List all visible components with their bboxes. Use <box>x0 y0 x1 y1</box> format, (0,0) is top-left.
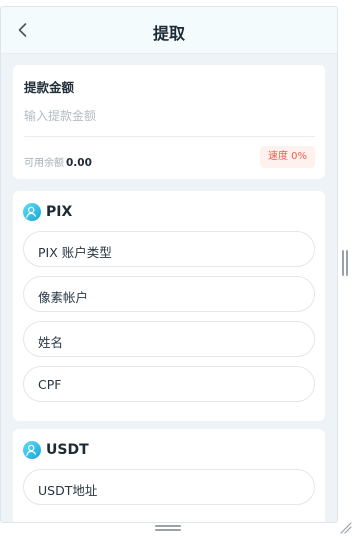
user-circle-icon <box>23 441 41 459</box>
name-field[interactable]: 姓名 <box>23 321 315 357</box>
pix-account-type-field[interactable]: PIX 账户类型 <box>23 231 315 267</box>
balance-label: 可用余额 <box>24 158 64 169</box>
available-balance: 可用余额 0.00 <box>24 154 92 169</box>
field-label: 像素帐户 <box>38 290 89 305</box>
pix-title: PIX <box>46 204 73 220</box>
field-label: USDT地址 <box>38 483 98 498</box>
balance-value: 0.00 <box>66 157 92 169</box>
side-drag-handle[interactable] <box>340 250 350 276</box>
field-label: CPF <box>38 377 62 392</box>
usdt-address-field[interactable]: USDT地址 <box>23 469 315 505</box>
usdt-card: USDT USDT地址 <box>13 429 325 522</box>
resize-grip-icon[interactable] <box>339 521 353 535</box>
app-window: 提取 提款金额 可用余额0.00 速度 0% PIX PIX 账户类型 像素帐户… <box>0 6 338 523</box>
usdt-title: USDT <box>46 442 89 458</box>
withdraw-amount-card: 提款金额 可用余额0.00 速度 0% <box>13 65 325 179</box>
bottom-drag-handle[interactable] <box>155 525 181 533</box>
page-title: 提取 <box>152 24 185 43</box>
cpf-field[interactable]: CPF <box>23 366 315 402</box>
pix-account-field[interactable]: 像素帐户 <box>23 276 315 312</box>
field-label: PIX 账户类型 <box>38 245 112 260</box>
rate-badge: 速度 0% <box>259 146 315 168</box>
amount-input[interactable] <box>24 104 314 128</box>
amount-label: 提款金额 <box>24 80 75 95</box>
top-bar: 提取 <box>1 7 337 54</box>
divider <box>24 136 315 137</box>
pix-card: PIX PIX 账户类型 像素帐户 姓名 CPF <box>13 191 325 421</box>
field-label: 姓名 <box>38 335 64 350</box>
user-circle-icon <box>23 203 41 221</box>
